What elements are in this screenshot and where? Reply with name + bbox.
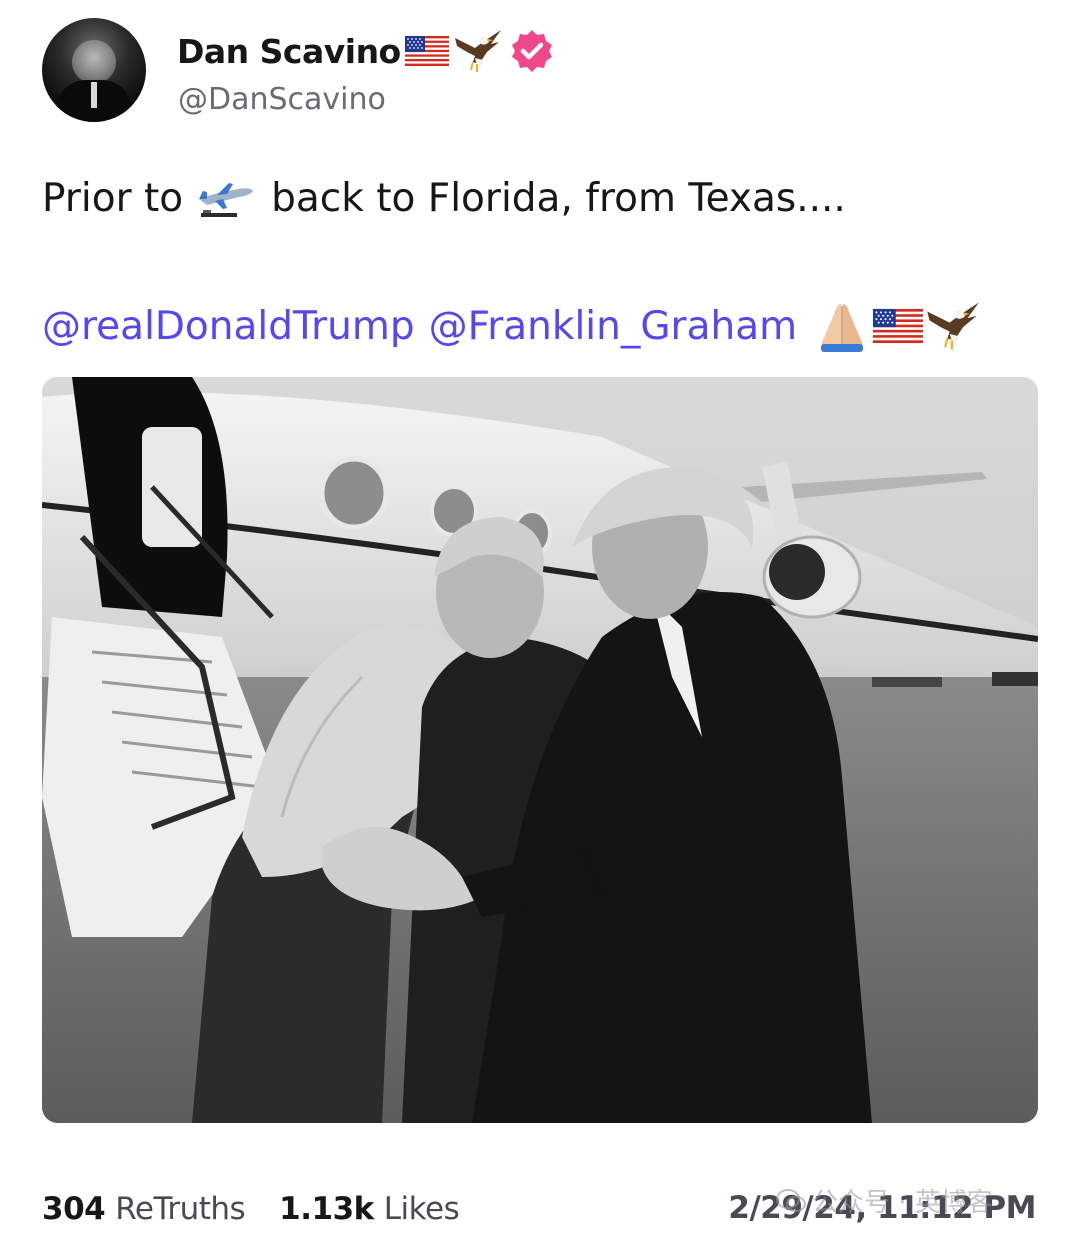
mention-link-realdonaldtrump[interactable]: @realDonaldTrump xyxy=(42,304,415,349)
watermark-text: 公众号 · 英博客 xyxy=(812,1188,993,1218)
likes-label[interactable]: Likes xyxy=(384,1191,460,1227)
retruths-label[interactable]: ReTruths xyxy=(115,1191,245,1227)
avatar[interactable] xyxy=(42,18,146,122)
folded-hands-icon xyxy=(821,304,864,352)
wechat-icon xyxy=(776,1188,806,1212)
post-text-before: Prior to xyxy=(42,176,184,221)
likes-count[interactable]: 1.13k xyxy=(279,1191,374,1227)
mention-link-franklin-graham[interactable]: @Franklin_Graham xyxy=(429,304,797,349)
post-image[interactable] xyxy=(42,377,1038,1123)
display-name[interactable]: Dan Scavino xyxy=(177,32,401,71)
post-mentions: @realDonaldTrump @Franklin_Graham xyxy=(42,300,981,352)
us-flag-icon xyxy=(404,36,449,66)
avatar-tie xyxy=(91,82,97,108)
watermark: 公众号 · 英博客 xyxy=(776,1182,993,1219)
verified-badge-icon xyxy=(511,30,552,72)
retruths-count[interactable]: 304 xyxy=(42,1191,106,1227)
airplane-departure-icon xyxy=(199,182,254,217)
avatar-head xyxy=(72,40,116,84)
post-text-after: back to Florida, from Texas.... xyxy=(271,176,846,221)
truth-post: Dan Scavino @DanScavino Prior to back to… xyxy=(0,0,1080,1244)
eagle-icon xyxy=(927,302,979,350)
post-photo-illustration xyxy=(42,377,1038,1123)
eagle-icon xyxy=(454,30,501,72)
us-flag-icon xyxy=(873,308,924,344)
author-handle[interactable]: @DanScavino xyxy=(178,82,386,117)
author-name-row[interactable]: Dan Scavino xyxy=(177,28,555,74)
post-text: Prior to back to Florida, from Texas.... xyxy=(42,176,846,221)
